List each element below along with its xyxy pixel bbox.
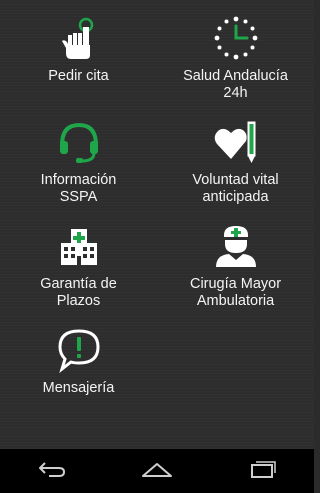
menu-item-garantia-de-plazos[interactable]: Garantía de Plazos xyxy=(0,208,157,312)
menu-item-informacion-sspa[interactable]: Información SSPA xyxy=(0,104,157,208)
surgeon-icon xyxy=(212,222,260,270)
navigation-bar xyxy=(0,449,314,493)
menu-item-mensajeria[interactable]: Mensajería xyxy=(0,312,157,416)
menu-item-cirugia-mayor-ambulatoria[interactable]: Cirugía Mayor Ambulatoria xyxy=(157,208,314,312)
clock-icon xyxy=(212,14,260,62)
menu-item-label: Pedir cita xyxy=(48,68,109,84)
heart-pen-icon xyxy=(212,118,260,166)
menu-item-label: Cirugía Mayor Ambulatoria xyxy=(189,276,282,309)
menu-item-pedir-cita[interactable]: Pedir cita xyxy=(0,0,157,104)
recents-button[interactable] xyxy=(232,449,292,493)
recents-icon xyxy=(247,459,277,484)
menu-item-label: Salud Andalucía 24h xyxy=(183,68,288,101)
headset-icon xyxy=(55,118,103,166)
menu-item-label: Mensajería xyxy=(42,380,115,396)
main-screen: Pedir cita Salud Andalucía 24h Informaci… xyxy=(0,0,314,449)
hand-tap-icon xyxy=(55,14,103,62)
home-button[interactable] xyxy=(127,449,187,493)
menu-item-label: Garantía de Plazos xyxy=(40,276,117,309)
home-icon xyxy=(140,459,174,484)
back-button[interactable] xyxy=(22,449,82,493)
menu-item-label: Voluntad vital anticipada xyxy=(192,172,279,205)
back-icon xyxy=(37,459,67,484)
menu-item-salud-andalucia-24h[interactable]: Salud Andalucía 24h xyxy=(157,0,314,104)
menu-item-voluntad-vital-anticipada[interactable]: Voluntad vital anticipada xyxy=(157,104,314,208)
hospital-icon xyxy=(55,222,103,270)
message-alert-icon xyxy=(55,326,103,374)
menu-item-label: Información SSPA xyxy=(40,172,117,205)
